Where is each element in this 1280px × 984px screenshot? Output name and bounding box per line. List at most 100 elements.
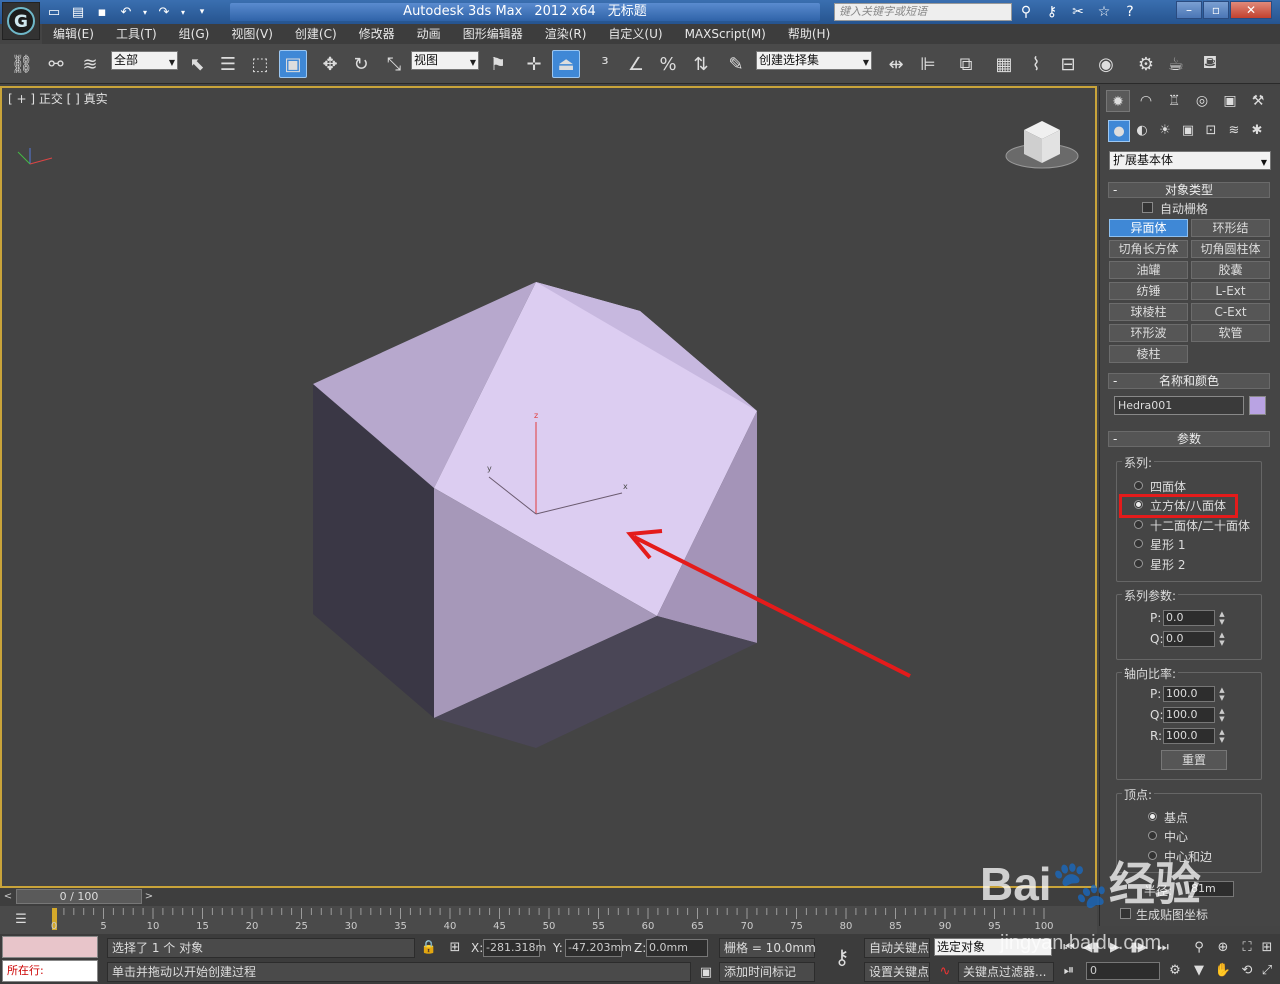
autogrid-checkbox[interactable]: [1142, 202, 1153, 213]
layer-manager-icon[interactable]: ⧉: [952, 50, 980, 78]
spindle-button[interactable]: 纺锤: [1109, 282, 1188, 300]
chamfer-box-button[interactable]: 切角长方体: [1109, 240, 1188, 258]
open-file-icon[interactable]: ▤: [68, 3, 88, 21]
l-ext-button[interactable]: L-Ext: [1191, 282, 1270, 300]
maximize-viewport-icon[interactable]: ⤢: [1256, 960, 1278, 982]
motion-tab-icon[interactable]: ◎: [1190, 90, 1214, 112]
shapes-icon[interactable]: ◐: [1131, 120, 1153, 142]
customize-qa-icon[interactable]: ▾: [192, 3, 212, 21]
help-icon[interactable]: ?: [1120, 3, 1140, 21]
orbit-icon[interactable]: ⟲: [1236, 960, 1258, 982]
add-time-tag[interactable]: 添加时间标记: [719, 962, 815, 982]
scale-icon[interactable]: ⤡: [380, 50, 408, 78]
window-crossing-icon[interactable]: ▣: [279, 50, 307, 78]
ringwave-button[interactable]: 环形波: [1109, 324, 1188, 342]
chamfer-cyl-button[interactable]: 切角圆柱体: [1191, 240, 1270, 258]
material-editor-icon[interactable]: ◉: [1092, 50, 1120, 78]
menu-customize[interactable]: 自定义(U): [597, 24, 673, 44]
maxscript-running-field[interactable]: 所在行:: [2, 960, 98, 982]
family-p-arrows[interactable]: ▲ ▼: [1217, 610, 1227, 626]
redo-dropdown-icon[interactable]: ▾: [178, 3, 188, 21]
render-setup-icon[interactable]: ⚙: [1132, 50, 1160, 78]
object-color-swatch[interactable]: [1249, 396, 1266, 415]
render-production-icon[interactable]: ⛾: [1196, 50, 1224, 78]
modify-tab-icon[interactable]: ◠: [1134, 90, 1158, 112]
gengon-button[interactable]: 球棱柱: [1109, 303, 1188, 321]
family-q-arrows[interactable]: ▲ ▼: [1217, 631, 1227, 647]
torus-knot-button[interactable]: 环形结: [1191, 219, 1270, 237]
menu-help[interactable]: 帮助(H): [777, 24, 841, 44]
time-slider[interactable]: < 0 / 100 >: [0, 888, 1097, 906]
axis-p-arrows[interactable]: ▲ ▼: [1217, 686, 1227, 702]
align-icon[interactable]: ⊫: [914, 50, 942, 78]
x-coord-field[interactable]: -281.318m: [483, 939, 546, 957]
selection-region-icon[interactable]: ⬚: [246, 50, 274, 78]
maximize-button[interactable]: ▫: [1203, 1, 1229, 19]
family-p-spinner[interactable]: 0.0: [1163, 610, 1215, 626]
link-icon[interactable]: ⛓: [8, 50, 36, 78]
menu-modifiers[interactable]: 修改器: [348, 24, 406, 44]
close-button[interactable]: ✕: [1230, 1, 1272, 19]
zoom-icon[interactable]: ⚲: [1188, 937, 1210, 959]
select-manipulate-icon[interactable]: ✛: [520, 50, 548, 78]
redo-icon[interactable]: ↷: [154, 3, 174, 21]
named-selection-select[interactable]: 创建选择集: [756, 51, 872, 71]
utilities-tab-icon[interactable]: ⚒: [1246, 90, 1270, 112]
viewcube-icon[interactable]: [1005, 121, 1079, 169]
family-star1-radio[interactable]: [1134, 539, 1143, 548]
rendered-frame-icon[interactable]: ☕: [1162, 50, 1190, 78]
menu-group[interactable]: 组(G): [168, 24, 221, 44]
auto-key-button[interactable]: 自动关键点: [864, 938, 930, 958]
current-frame-field[interactable]: 0: [1086, 962, 1160, 980]
curve-editor-icon[interactable]: ⌇: [1022, 50, 1050, 78]
parameters-rollout[interactable]: - 参数: [1108, 431, 1270, 447]
unlink-icon[interactable]: ⚯: [42, 50, 70, 78]
capsule-button[interactable]: 胶囊: [1191, 261, 1270, 279]
undo-icon[interactable]: ↶: [116, 3, 136, 21]
graphite-toggle-icon[interactable]: ▦: [990, 50, 1018, 78]
snap-3d-icon[interactable]: ³: [591, 50, 619, 78]
geometry-icon[interactable]: ●: [1108, 120, 1130, 142]
app-logo-icon[interactable]: G: [2, 2, 40, 40]
bind-space-warp-icon[interactable]: ≋: [76, 50, 104, 78]
key-filters-button[interactable]: 关键点过滤器...: [958, 962, 1054, 982]
hedra-button[interactable]: 异面体: [1109, 219, 1188, 237]
create-tab-icon[interactable]: ✹: [1106, 90, 1130, 112]
menu-maxscript[interactable]: MAXScript(M): [674, 24, 777, 44]
systems-icon[interactable]: ✱: [1246, 120, 1268, 142]
undo-dropdown-icon[interactable]: ▾: [140, 3, 150, 21]
menu-create[interactable]: 创建(C): [284, 24, 348, 44]
axis-r-arrows[interactable]: ▲ ▼: [1217, 728, 1227, 744]
key-icon[interactable]: ⚷: [1042, 3, 1062, 21]
set-key-button[interactable]: 设置关键点: [864, 962, 930, 982]
zoom-extents-all-icon[interactable]: ⊞: [1256, 937, 1278, 959]
hose-button[interactable]: 软管: [1191, 324, 1270, 342]
time-tag-icon[interactable]: ▣: [695, 962, 717, 984]
family-q-spinner[interactable]: 0.0: [1163, 631, 1215, 647]
set-key-icon[interactable]: ⚷: [826, 946, 858, 974]
key-mode-icon[interactable]: ⏯: [1058, 960, 1080, 982]
reset-button[interactable]: 重置: [1161, 750, 1227, 770]
prism-button[interactable]: 棱柱: [1109, 345, 1188, 363]
reference-coord-select[interactable]: 视图: [411, 51, 479, 71]
menu-animation[interactable]: 动画: [406, 24, 452, 44]
schematic-view-icon[interactable]: ⊟: [1054, 50, 1082, 78]
y-coord-field[interactable]: -47.203mm: [565, 939, 632, 957]
edit-named-sel-icon[interactable]: ✎: [722, 50, 750, 78]
object-name-field[interactable]: Hedra001: [1114, 396, 1244, 415]
fov-icon[interactable]: ▼: [1188, 960, 1210, 982]
family-dodec-icos-radio[interactable]: [1134, 520, 1143, 529]
select-object-icon[interactable]: ⬉: [183, 50, 211, 78]
menu-graph-editors[interactable]: 图形编辑器: [452, 24, 534, 44]
rotate-icon[interactable]: ↻: [347, 50, 375, 78]
absolute-mode-icon[interactable]: ⊞: [444, 937, 466, 959]
save-icon[interactable]: ▪: [92, 3, 112, 21]
binoculars-icon[interactable]: ⚲: [1016, 3, 1036, 21]
lock-selection-icon[interactable]: 🔒: [418, 937, 440, 959]
angle-snap-icon[interactable]: ∠: [622, 50, 650, 78]
menu-rendering[interactable]: 渲染(R): [534, 24, 598, 44]
family-star2-radio[interactable]: [1134, 559, 1143, 568]
star-icon[interactable]: ☆: [1094, 3, 1114, 21]
pan-icon[interactable]: ✋: [1212, 960, 1234, 982]
mini-curve-editor-icon[interactable]: ☰: [10, 909, 32, 931]
